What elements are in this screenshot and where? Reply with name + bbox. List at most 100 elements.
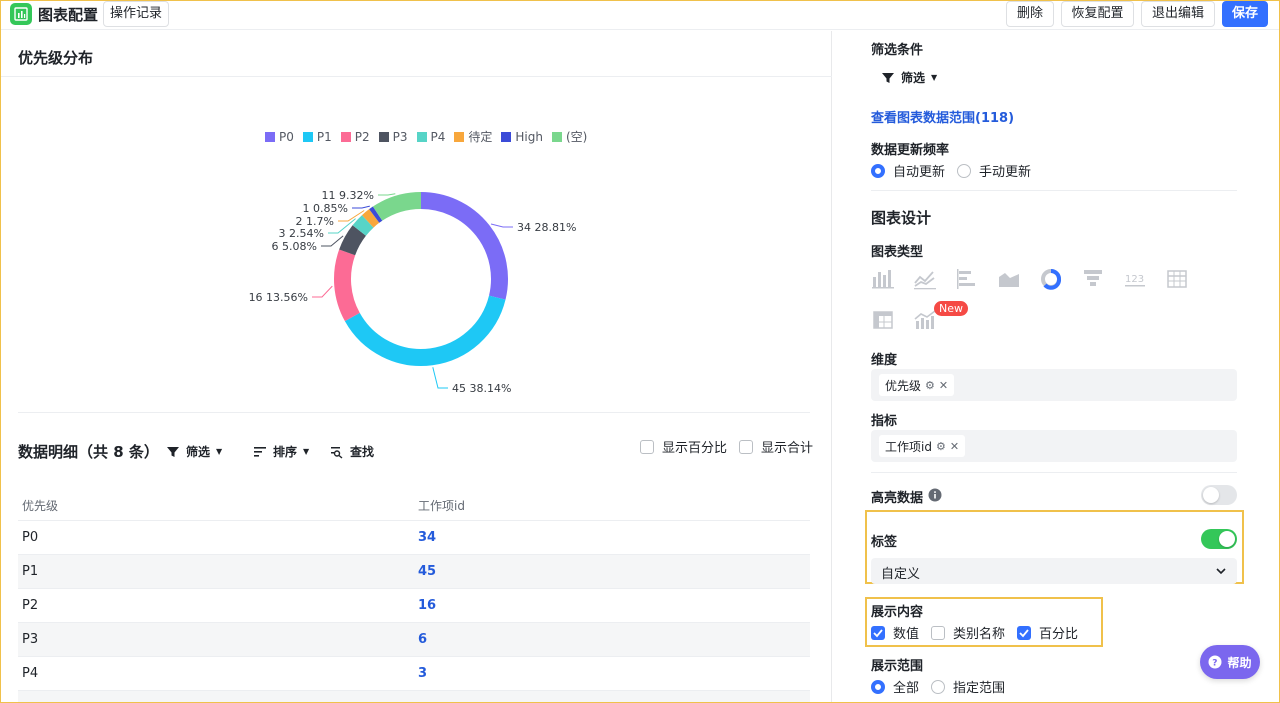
show-percent-checkbox[interactable]: 显示百分比 <box>640 437 727 456</box>
chart-type-title: 图表类型 <box>871 245 924 260</box>
combo-chart-icon[interactable] <box>913 308 937 332</box>
label-mode-select[interactable]: 自定义 <box>871 558 1237 584</box>
gear-icon[interactable]: ⚙ <box>925 379 935 392</box>
save-button[interactable]: 保存 <box>1222 1 1268 27</box>
bar-chart-icon[interactable] <box>871 267 895 291</box>
exit-edit-button[interactable]: 退出编辑 <box>1141 1 1215 27</box>
dimension-tag[interactable]: 优先级 ⚙ ✕ <box>879 374 955 396</box>
chart-preview-panel: 优先级分布 P0 P1 P2 P3 P4 待定 High (空) 34 28.81% 45 38… <box>0 31 832 703</box>
detail-sort-label: 排序 <box>273 445 298 459</box>
radio-button[interactable] <box>871 679 885 694</box>
table-chart-icon[interactable] <box>1165 267 1189 291</box>
row-name: P0 <box>22 530 39 545</box>
checkbox-checked[interactable] <box>871 625 885 640</box>
table-row: P2 16 <box>18 589 810 623</box>
detail-table: 优先级 工作项id P0 34 P1 45 P2 16 P3 6 P4 3 <box>18 487 810 703</box>
dimension-field[interactable]: 优先级 ⚙ ✕ <box>871 369 1237 401</box>
horizontal-bar-chart-icon[interactable] <box>955 267 979 291</box>
close-icon[interactable]: ✕ <box>939 379 948 392</box>
toggle-knob <box>1203 487 1219 503</box>
column-header-priority: 优先级 <box>22 499 59 513</box>
checkbox-unchecked[interactable] <box>931 625 945 640</box>
leader-line <box>432 367 448 389</box>
data-label: 2 1.7% <box>296 215 334 228</box>
data-label: 1 0.85% <box>303 202 348 215</box>
dimension-title: 维度 <box>871 353 898 368</box>
caret-down-icon: ▼ <box>216 447 223 456</box>
donut-slice[interactable] <box>372 192 422 221</box>
leader-line <box>352 205 370 209</box>
config-filter-button[interactable]: 筛选 ▼ <box>881 69 937 86</box>
donut-slice[interactable] <box>339 225 367 256</box>
donut-slice[interactable] <box>352 215 374 236</box>
data-range-link[interactable]: 查看图表数据范围(118) <box>871 107 1014 126</box>
help-button[interactable]: ? 帮助 <box>1200 645 1260 679</box>
detail-title: 数据明细（共 8 条） <box>18 443 159 461</box>
show-total-checkbox[interactable]: 显示合计 <box>739 437 813 456</box>
detail-filter-button[interactable]: 筛选 ▼ <box>166 443 222 460</box>
number-card-icon[interactable]: 123 <box>1123 267 1147 291</box>
restore-config-button[interactable]: 恢复配置 <box>1061 1 1134 27</box>
delete-button[interactable]: 删除 <box>1006 1 1054 27</box>
table-row-partial <box>18 691 810 703</box>
content-category-checkbox[interactable]: 类别名称 <box>931 623 1005 642</box>
content-value-label: 数值 <box>893 627 920 642</box>
data-label: 6 5.08% <box>272 240 317 253</box>
filter-title: 筛选条件 <box>871 43 924 58</box>
chart-app-icon <box>10 3 32 25</box>
detail-sort-button[interactable]: 排序 ▼ <box>253 443 309 460</box>
gear-icon[interactable]: ⚙ <box>936 440 946 453</box>
range-specific-radio[interactable]: 指定范围 <box>931 677 1005 696</box>
label-mode-value: 自定义 <box>881 567 921 582</box>
leader-line <box>490 223 513 228</box>
filter-icon <box>167 446 179 457</box>
row-value-link[interactable]: 34 <box>418 530 436 545</box>
update-manual-label: 手动更新 <box>979 165 1032 180</box>
update-manual-radio[interactable]: 手动更新 <box>957 161 1031 180</box>
pivot-table-icon[interactable] <box>871 308 895 332</box>
content-percent-checkbox[interactable]: 百分比 <box>1017 623 1078 642</box>
range-all-radio[interactable]: 全部 <box>871 677 919 696</box>
area-chart-icon[interactable] <box>997 267 1021 291</box>
row-value-link[interactable]: 3 <box>418 666 427 681</box>
content-value-checkbox[interactable]: 数值 <box>871 623 919 642</box>
funnel-chart-icon[interactable] <box>1081 267 1105 291</box>
range-specific-label: 指定范围 <box>953 681 1006 696</box>
update-auto-radio[interactable]: 自动更新 <box>871 161 945 180</box>
donut-slice[interactable] <box>334 249 360 322</box>
radio-button[interactable] <box>871 163 885 178</box>
info-icon[interactable] <box>928 488 942 502</box>
row-value-link[interactable]: 6 <box>418 632 427 647</box>
donut-slice[interactable] <box>361 209 380 228</box>
sort-icon <box>254 446 266 457</box>
highlight-toggle[interactable] <box>1201 485 1237 505</box>
label-toggle[interactable] <box>1201 529 1237 549</box>
donut-slice[interactable] <box>369 206 383 223</box>
checkbox-box[interactable] <box>640 439 654 454</box>
config-filter-label: 筛选 <box>901 71 926 85</box>
line-chart-icon[interactable] <box>913 267 937 291</box>
row-name: P1 <box>22 564 39 579</box>
checkbox-box[interactable] <box>739 439 753 454</box>
radio-button[interactable] <box>931 679 945 694</box>
donut-slice[interactable] <box>420 192 508 300</box>
caret-down-icon: ▼ <box>931 73 938 82</box>
table-header: 优先级 工作项id <box>18 487 810 521</box>
config-panel: 筛选条件 筛选 ▼ 查看图表数据范围(118) 数据更新频率 自动更新 手动更新… <box>833 31 1280 703</box>
radio-button[interactable] <box>957 163 971 178</box>
pie-chart-icon[interactable] <box>1039 267 1063 291</box>
donut-slice[interactable] <box>344 295 506 366</box>
table-row: P1 45 <box>18 555 810 589</box>
history-button[interactable]: 操作记录 <box>103 1 169 27</box>
update-auto-label: 自动更新 <box>893 165 946 180</box>
row-name: P3 <box>22 632 39 647</box>
metric-tag[interactable]: 工作项id ⚙ ✕ <box>879 435 966 457</box>
donut-chart: 34 28.81% 45 38.14% 16 13.56% 6 5.08%3 2.54… <box>249 189 577 395</box>
row-value-link[interactable]: 16 <box>418 598 436 613</box>
search-list-icon <box>331 446 343 459</box>
detail-search-button[interactable]: 查找 <box>330 443 374 460</box>
row-value-link[interactable]: 45 <box>418 564 436 579</box>
close-icon[interactable]: ✕ <box>950 440 959 453</box>
checkbox-checked[interactable] <box>1017 625 1031 640</box>
metric-field[interactable]: 工作项id ⚙ ✕ <box>871 430 1237 462</box>
